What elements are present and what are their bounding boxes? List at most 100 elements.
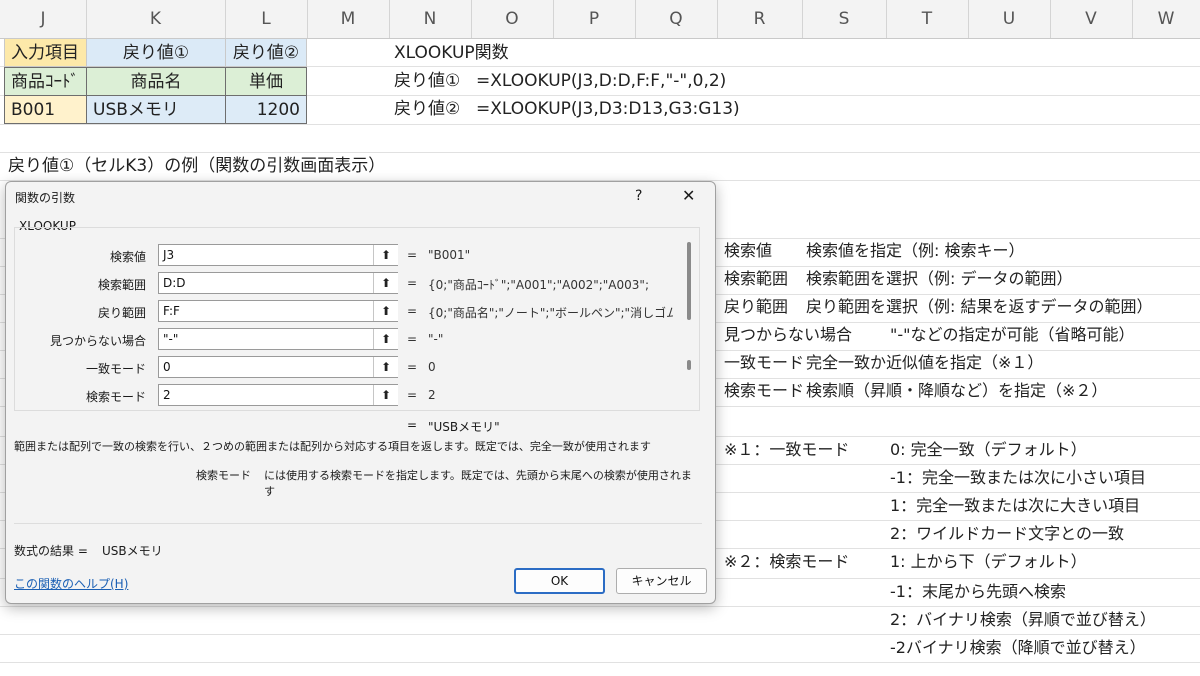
match-mode-option[interactable]: 0: 完全一致（デフォルト） xyxy=(890,437,1087,463)
note-term[interactable]: 一致モード xyxy=(724,350,804,376)
collapse-reference-icon[interactable]: ⬆ xyxy=(373,329,398,349)
argument-label: 検索値 xyxy=(109,250,146,264)
equals-sign: = xyxy=(407,388,418,402)
overall-result: "USBメモリ" xyxy=(428,420,500,434)
note-term[interactable]: 戻り範囲 xyxy=(724,294,788,320)
formula-label-1[interactable]: 戻り値① xyxy=(394,67,460,95)
match-mode-heading[interactable]: ※１：一致モード xyxy=(724,437,849,463)
arguments-scrollbar-marker[interactable] xyxy=(687,360,691,370)
argument-label: 見つからない場合 xyxy=(49,334,146,348)
equals-sign: = xyxy=(407,360,418,374)
lookup-array-input[interactable]: D:D xyxy=(158,272,398,294)
equals-sign: = xyxy=(407,332,418,346)
column-header-p[interactable]: P xyxy=(553,0,636,38)
formula-result-value: USBメモリ xyxy=(102,544,163,558)
match-mode-option[interactable]: -1：完全一致または次に小さい項目 xyxy=(890,465,1146,491)
table-header-return1[interactable]: 戻り値① xyxy=(86,38,226,67)
formula-text-1[interactable]: =XLOOKUP(J3,D:D,F:F,"-",0,2) xyxy=(476,67,726,95)
function-arguments-dialog: 関数の引数 ? ✕ XLOOKUP 検索値 J3 ⬆ = "B001" 検索範囲… xyxy=(5,181,716,604)
column-header-n[interactable]: N xyxy=(389,0,472,38)
formula-title[interactable]: XLOOKUP関数 xyxy=(394,39,509,67)
formula-result-label: 数式の結果 = xyxy=(14,544,88,558)
column-header-q[interactable]: Q xyxy=(635,0,718,38)
collapse-reference-icon[interactable]: ⬆ xyxy=(373,245,398,265)
argument-label: 戻り範囲 xyxy=(97,306,146,320)
table-cell-name[interactable]: USBメモリ xyxy=(86,95,226,124)
table-label-code[interactable]: 商品ｺｰﾄﾞ xyxy=(4,67,87,96)
collapse-reference-icon[interactable]: ⬆ xyxy=(373,273,398,293)
table-cell-price[interactable]: 1200 xyxy=(225,95,307,124)
lookup-value-input[interactable]: J3 xyxy=(158,244,398,266)
function-description: 範囲または配列で一致の検索を行い、２つめの範囲または配列から対応する項目を返しま… xyxy=(14,440,651,453)
collapse-reference-icon[interactable]: ⬆ xyxy=(373,357,398,377)
table-cell-code[interactable]: B001 xyxy=(4,95,87,124)
column-header-j[interactable]: J xyxy=(0,0,87,38)
match-mode-option[interactable]: 2：ワイルドカード文字との一致 xyxy=(890,521,1124,547)
equals-sign: = xyxy=(407,248,418,262)
close-icon[interactable]: ✕ xyxy=(682,186,695,205)
column-header-v[interactable]: V xyxy=(1050,0,1133,38)
table-label-name[interactable]: 商品名 xyxy=(86,67,226,96)
equals-sign: = xyxy=(407,304,418,318)
search-mode-option[interactable]: -1：末尾から先頭へ検索 xyxy=(890,579,1066,605)
column-header-t[interactable]: T xyxy=(886,0,969,38)
argument-preview: 0 xyxy=(428,360,436,374)
equals-sign: = xyxy=(407,276,418,290)
dialog-divider xyxy=(14,523,702,524)
note-term[interactable]: 見つからない場合 xyxy=(724,322,852,348)
search-mode-heading[interactable]: ※２：検索モード xyxy=(724,549,849,575)
search-mode-input[interactable]: 2 xyxy=(158,384,398,406)
row-gridline xyxy=(0,662,1200,663)
column-header-bar: J K L M N O P Q R S T U V W xyxy=(0,0,1200,39)
argument-preview: "B001" xyxy=(428,248,471,262)
search-mode-option[interactable]: 2：バイナリ検索（昇順で並び替え） xyxy=(890,607,1156,633)
overall-equals: = xyxy=(407,418,418,432)
argument-help-text: には使用する検索モードを指定します。既定では、先頭から末尾への検索が使用されま xyxy=(264,469,692,482)
argument-preview: "-" xyxy=(428,332,444,346)
help-icon[interactable]: ? xyxy=(635,188,642,204)
note-desc[interactable]: "-"などの指定が可能（省略可能） xyxy=(890,322,1135,348)
formula-text-2[interactable]: =XLOOKUP(J3,D3:D13,G3:G13) xyxy=(476,95,740,123)
note-term[interactable]: 検索値 xyxy=(724,238,772,264)
search-mode-option[interactable]: -2バイナリ検索（降順で並び替え） xyxy=(890,635,1146,661)
column-header-s[interactable]: S xyxy=(802,0,887,38)
note-desc[interactable]: 検索値を指定（例: 検索キー） xyxy=(806,238,1024,264)
argument-label: 一致モード xyxy=(85,362,146,376)
match-mode-input[interactable]: 0 xyxy=(158,356,398,378)
table-label-price[interactable]: 単価 xyxy=(225,67,307,96)
note-term[interactable]: 検索モード xyxy=(724,378,804,404)
note-desc[interactable]: 完全一致か近似値を指定（※１） xyxy=(806,350,1043,376)
column-header-u[interactable]: U xyxy=(968,0,1051,38)
row-gridline xyxy=(0,124,1200,125)
return-array-input[interactable]: F:F xyxy=(158,300,398,322)
argument-preview: {0;"商品名";"ノート";"ボールペン";"消しゴム xyxy=(428,306,673,320)
note-term[interactable]: 検索範囲 xyxy=(724,266,788,292)
note-desc[interactable]: 検索範囲を選択（例: データの範囲） xyxy=(806,266,1072,292)
argument-label: 検索モード xyxy=(85,390,146,404)
argument-preview: {0;"商品ｺｰﾄﾞ";"A001";"A002";"A003"; xyxy=(428,278,649,292)
column-header-o[interactable]: O xyxy=(471,0,554,38)
match-mode-option[interactable]: 1：完全一致または次に大きい項目 xyxy=(890,493,1140,519)
example-caption[interactable]: 戻り値①（セルK3）の例（関数の引数画面表示） xyxy=(8,152,385,180)
argument-help-name: 検索モード xyxy=(196,469,251,482)
collapse-reference-icon[interactable]: ⬆ xyxy=(373,385,398,405)
column-header-r[interactable]: R xyxy=(717,0,803,38)
column-header-w[interactable]: W xyxy=(1132,0,1200,38)
table-header-return2[interactable]: 戻り値② xyxy=(225,38,307,67)
note-desc[interactable]: 戻り範囲を選択（例: 結果を返すデータの範囲） xyxy=(806,294,1152,320)
note-desc[interactable]: 検索順（昇順・降順など）を指定（※２） xyxy=(806,378,1107,404)
table-header-input[interactable]: 入力項目 xyxy=(4,38,87,67)
column-header-k[interactable]: K xyxy=(86,0,226,38)
column-header-l[interactable]: L xyxy=(225,0,308,38)
ok-button[interactable]: OK xyxy=(514,568,605,594)
search-mode-option[interactable]: 1: 上から下（デフォルト） xyxy=(890,549,1087,575)
column-header-m[interactable]: M xyxy=(307,0,390,38)
argument-preview: 2 xyxy=(428,388,436,402)
collapse-reference-icon[interactable]: ⬆ xyxy=(373,301,398,321)
dialog-title: 関数の引数 xyxy=(15,191,76,205)
formula-label-2[interactable]: 戻り値② xyxy=(394,95,460,123)
if-not-found-input[interactable]: "-" xyxy=(158,328,398,350)
argument-label: 検索範囲 xyxy=(97,278,146,292)
function-help-link[interactable]: この関数のヘルプ(H) xyxy=(14,575,128,592)
cancel-button[interactable]: キャンセル xyxy=(616,568,707,594)
